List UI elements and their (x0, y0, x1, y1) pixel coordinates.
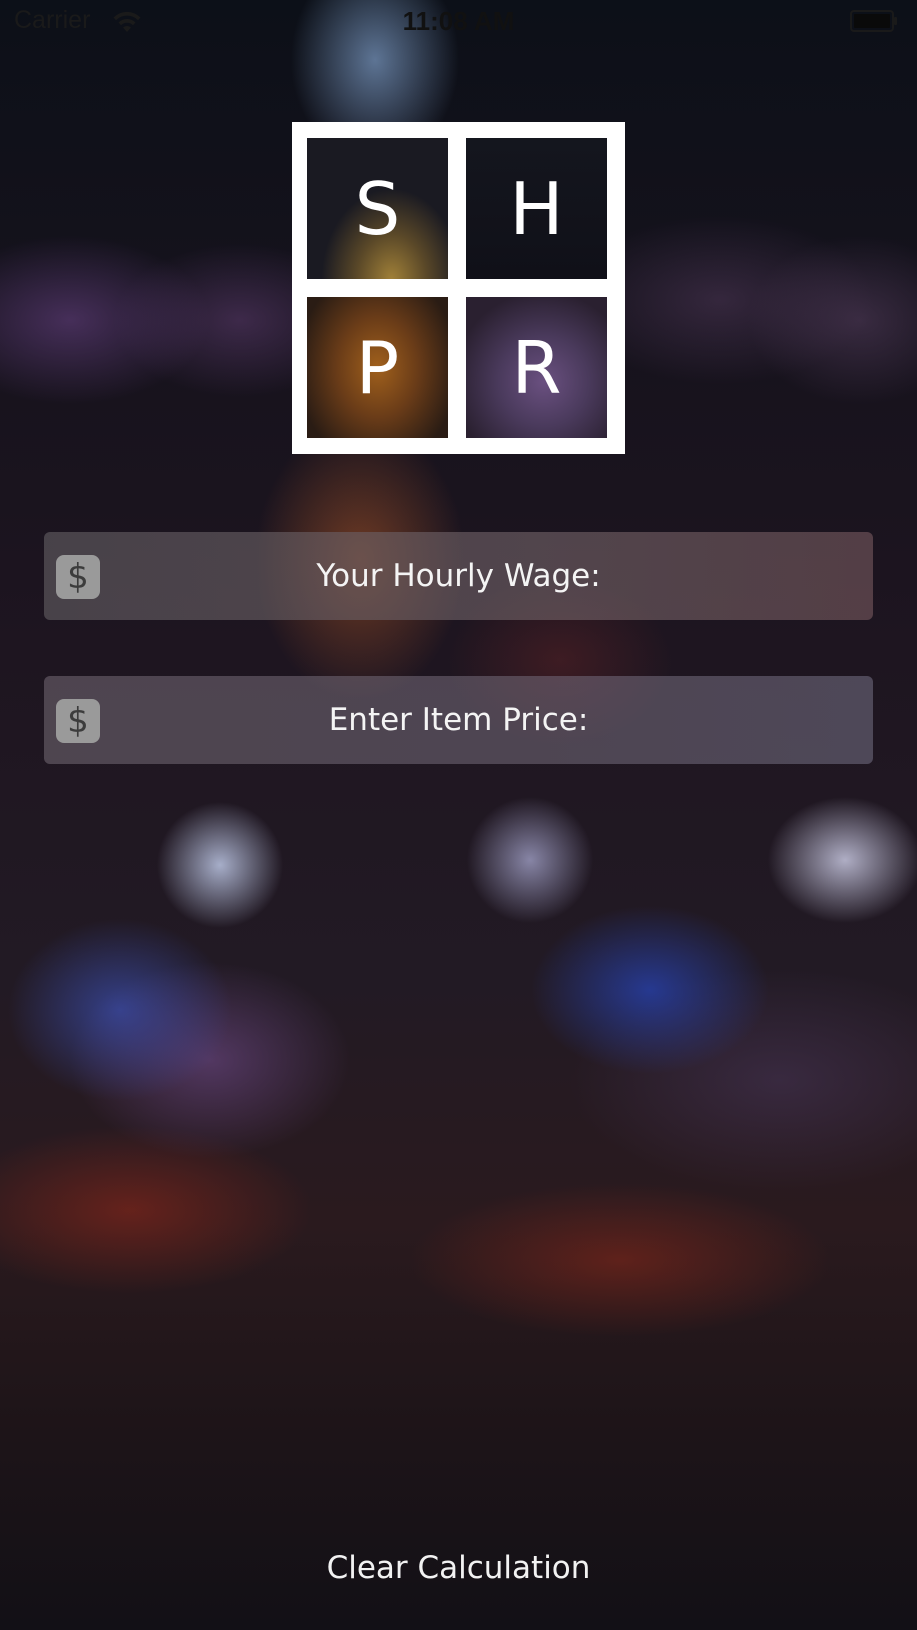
battery-icon (850, 10, 897, 32)
hourly-wage-input[interactable] (44, 532, 873, 620)
logo-tile-p: P (307, 297, 448, 438)
clock: 11:08 AM (402, 6, 515, 36)
dollar-icon: $ (56, 555, 100, 599)
dollar-icon: $ (56, 699, 100, 743)
hourly-wage-field[interactable]: $ (44, 532, 873, 620)
logo-tile-h: H (466, 138, 607, 279)
logo-tile-r: R (466, 297, 607, 438)
clear-calculation-button[interactable]: Clear Calculation (0, 1545, 917, 1591)
status-bar: Carrier 11:08 AM (0, 0, 917, 44)
app-logo: S H P R (292, 122, 625, 454)
item-price-input[interactable] (44, 676, 873, 764)
logo-tile-s: S (307, 138, 448, 279)
item-price-field[interactable]: $ (44, 676, 873, 764)
